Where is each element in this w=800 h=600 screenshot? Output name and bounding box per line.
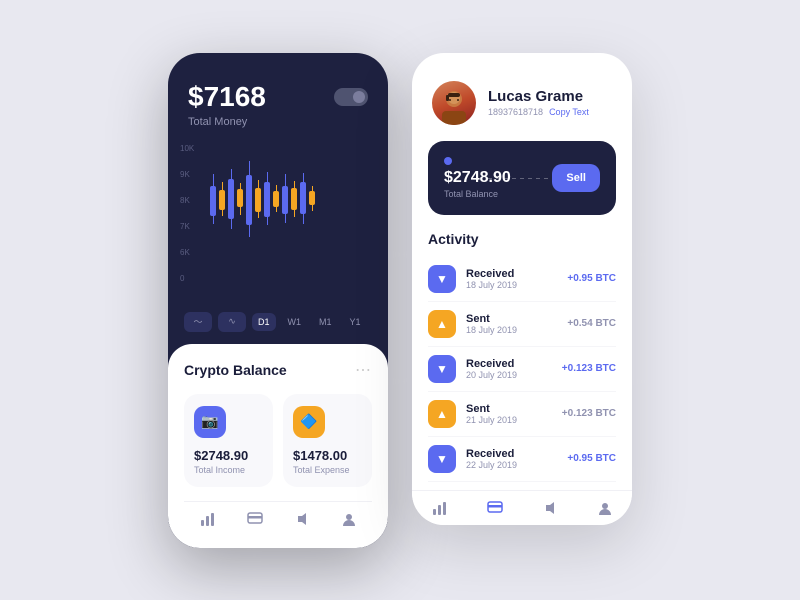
balance-dark-info: $2748.90 Total Balance	[444, 157, 511, 199]
expense-card: 🔷 $1478.00 Total Expense	[283, 394, 372, 487]
balance-amount-row: $7168	[188, 81, 368, 113]
total-money-value: $7168	[188, 81, 266, 113]
activity-item-3: ▼ Received 20 July 2019 +0.123 BTC	[428, 347, 616, 392]
income-card: 📷 $2748.90 Total Income	[184, 394, 273, 487]
toggle-button[interactable]	[334, 88, 368, 106]
right-bottom-nav	[412, 490, 632, 525]
total-balance-label: Total Balance	[444, 189, 511, 199]
candlestick-chart: 10K 9K 8K 7K 6K 0	[168, 144, 388, 304]
income-label: Total Income	[194, 465, 263, 475]
timeframe-d1[interactable]: D1	[252, 313, 276, 331]
received-icon-3: ▼	[428, 355, 456, 383]
activity-amount-3: +0.123 BTC	[562, 363, 616, 374]
activity-item-4: ▲ Sent 21 July 2019 +0.123 BTC	[428, 392, 616, 437]
left-phone: $7168 Total Money 10K 9K 8K 7K 6K 0	[168, 53, 388, 548]
nav-user-icon[interactable]	[341, 512, 357, 528]
profile-section: Lucas Grame 18937618718 Copy Text	[412, 53, 632, 141]
activity-info-3: Received 20 July 2019	[466, 358, 552, 380]
right-nav-chart-icon[interactable]	[432, 501, 448, 517]
profile-info: Lucas Grame 18937618718 Copy Text	[488, 88, 589, 117]
profile-id: 18937618718	[488, 107, 543, 117]
profile-name: Lucas Grame	[488, 88, 589, 105]
activity-amount-5: +0.95 BTC	[567, 453, 616, 464]
right-nav-volume-icon[interactable]	[542, 501, 558, 517]
activity-info-1: Received 18 July 2019	[466, 268, 557, 290]
right-nav-card-icon[interactable]	[487, 501, 503, 517]
activity-item-5: ▼ Received 22 July 2019 +0.95 BTC	[428, 437, 616, 482]
balance-dot	[444, 157, 452, 165]
activity-info-2: Sent 18 July 2019	[466, 313, 557, 335]
crypto-balance-card: Crypto Balance ⋯ 📷 $2748.90 Total Income…	[168, 344, 388, 548]
sent-icon-2: ▲	[428, 310, 456, 338]
more-options-icon[interactable]: ⋯	[355, 360, 372, 380]
balance-label: Total Money	[188, 116, 368, 128]
total-balance-amount: $2748.90	[444, 169, 511, 187]
sell-button[interactable]: Sell	[552, 164, 600, 192]
activity-amount-1: +0.95 BTC	[567, 273, 616, 284]
balance-dark-card: $2748.90 Total Balance Sell	[428, 141, 616, 215]
candles	[206, 144, 376, 254]
expense-amount: $1478.00	[293, 448, 362, 463]
received-icon-5: ▼	[428, 445, 456, 473]
time-filter-bar: 〜 ∿ D1 W1 M1 Y1	[168, 304, 388, 344]
balance-cards: 📷 $2748.90 Total Income 🔷 $1478.00 Total…	[184, 394, 372, 487]
nav-chart-icon[interactable]	[200, 512, 216, 528]
right-phone: Lucas Grame 18937618718 Copy Text $2748.…	[412, 53, 632, 525]
expense-label: Total Expense	[293, 465, 362, 475]
received-icon-1: ▼	[428, 265, 456, 293]
income-icon: 📷	[194, 406, 226, 438]
left-bottom-nav	[184, 501, 372, 532]
income-amount: $2748.90	[194, 448, 263, 463]
copy-text-button[interactable]: Copy Text	[549, 107, 589, 117]
activity-info-5: Received 22 July 2019	[466, 448, 557, 470]
right-nav-user-icon[interactable]	[597, 501, 613, 517]
chart-type-wave[interactable]: ∿	[218, 312, 246, 332]
y-axis-labels: 10K 9K 8K 7K 6K 0	[180, 144, 194, 284]
crypto-balance-header: Crypto Balance ⋯	[184, 360, 372, 380]
timeframe-m1[interactable]: M1	[313, 313, 338, 331]
activity-title: Activity	[428, 231, 616, 247]
crypto-balance-title: Crypto Balance	[184, 362, 287, 378]
activity-info-4: Sent 21 July 2019	[466, 403, 552, 425]
timeframe-w1[interactable]: W1	[282, 313, 308, 331]
nav-card-icon[interactable]	[247, 512, 263, 528]
activity-amount-2: +0.54 BTC	[567, 318, 616, 329]
activity-item-1: ▼ Received 18 July 2019 +0.95 BTC	[428, 257, 616, 302]
timeframe-y1[interactable]: Y1	[344, 313, 367, 331]
activity-item-2: ▲ Sent 18 July 2019 +0.54 BTC	[428, 302, 616, 347]
avatar	[432, 81, 476, 125]
activity-amount-4: +0.123 BTC	[562, 408, 616, 419]
sent-icon-4: ▲	[428, 400, 456, 428]
profile-id-row: 18937618718 Copy Text	[488, 107, 589, 117]
chart-type-line[interactable]: 〜	[184, 312, 212, 332]
expense-icon: 🔷	[293, 406, 325, 438]
nav-volume-icon[interactable]	[294, 512, 310, 528]
activity-section: Activity ▼ Received 18 July 2019 +0.95 B…	[412, 231, 632, 482]
